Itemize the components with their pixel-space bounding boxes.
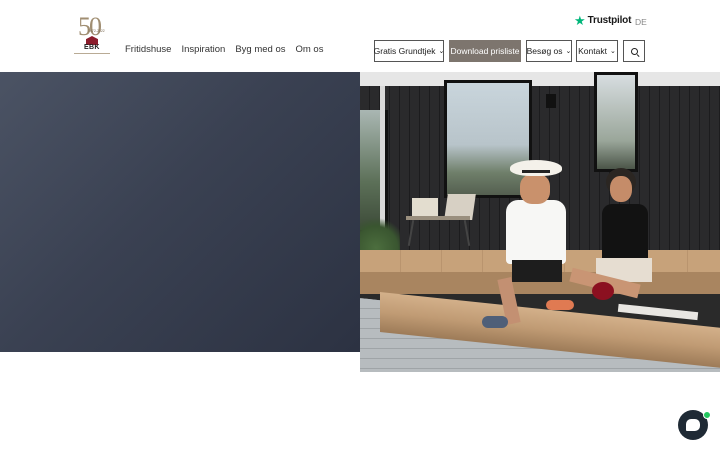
site-header: 50 1972-2022 EBK Fritidshuse Inspiration… — [0, 0, 720, 72]
gratis-grundtjek-button[interactable]: Gratis Grundtjek ⌄ — [374, 40, 444, 62]
kontakt-label: Kontakt — [578, 46, 607, 56]
chevron-down-icon: ⌄ — [438, 48, 445, 55]
hero-photo — [360, 72, 720, 372]
chevron-down-icon: ⌄ — [565, 48, 572, 55]
main-nav: Fritidshuse Inspiration Byg med os Om os — [125, 44, 323, 55]
logo-anniversary-number: 50 — [78, 12, 102, 41]
kontakt-button[interactable]: Kontakt ⌄ — [576, 40, 618, 62]
chevron-down-icon: ⌄ — [609, 48, 616, 55]
logo-years: 1972-2022 — [88, 29, 105, 33]
logo-brand: EBK — [84, 44, 100, 51]
chat-bubble-icon — [686, 419, 700, 431]
trustpilot-link[interactable]: ★ Trustpilot — [574, 14, 631, 27]
search-button[interactable] — [623, 40, 645, 62]
nav-item-fritidshuse[interactable]: Fritidshuse — [125, 44, 171, 55]
gratis-grundtjek-label: Gratis Grundtjek — [373, 46, 436, 56]
online-status-dot — [703, 411, 711, 419]
trustpilot-star-icon: ★ — [574, 13, 586, 28]
language-switch[interactable]: DE — [635, 17, 647, 27]
download-prisliste-button[interactable]: Download prisliste — [449, 40, 521, 62]
besog-os-button[interactable]: Besøg os ⌄ — [526, 40, 572, 62]
search-icon — [630, 47, 638, 55]
besog-os-label: Besøg os — [526, 46, 563, 56]
download-prisliste-label: Download prisliste — [450, 46, 520, 56]
nav-item-inspiration[interactable]: Inspiration — [181, 44, 225, 55]
nav-item-byg-med-os[interactable]: Byg med os — [235, 44, 285, 55]
nav-item-om-os[interactable]: Om os — [295, 44, 323, 55]
ebk-logo[interactable]: 50 1972-2022 EBK — [74, 14, 110, 56]
logo-divider — [74, 53, 110, 55]
trustpilot-label: Trustpilot — [587, 15, 632, 26]
hero-dark-panel — [0, 72, 360, 352]
